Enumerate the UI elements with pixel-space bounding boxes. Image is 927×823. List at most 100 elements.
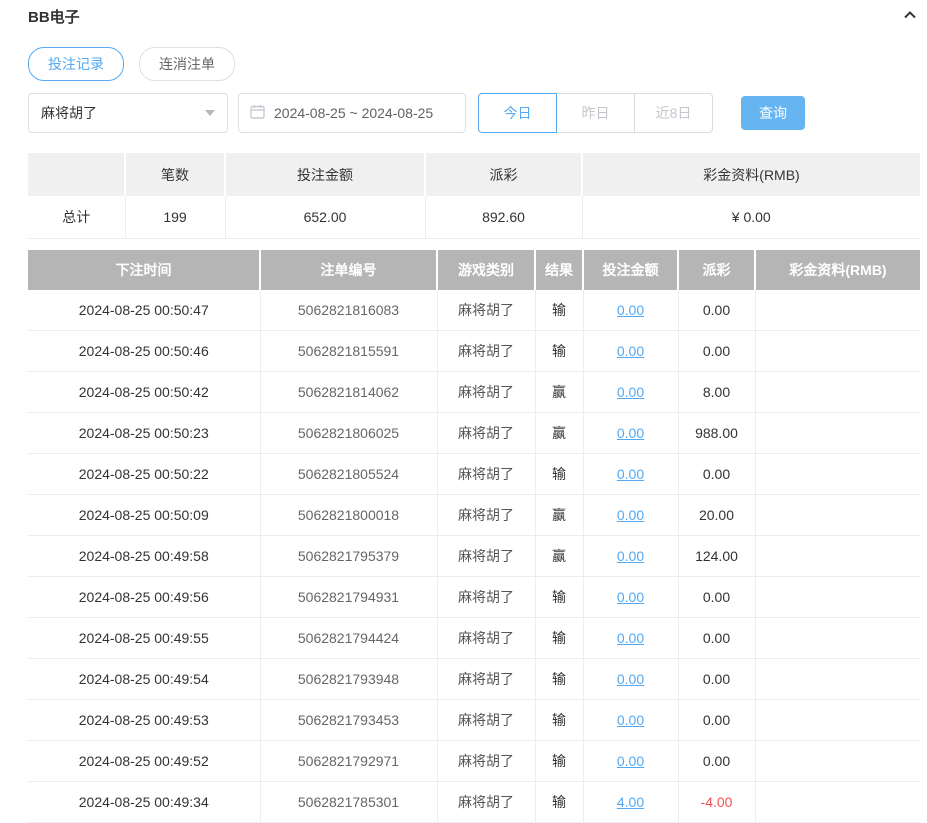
game-type-cell: 麻将胡了	[437, 741, 535, 782]
bet-amount-cell: 4.00	[583, 782, 678, 823]
payout-cell: 0.00	[678, 577, 755, 618]
bet-amount-link[interactable]: 0.00	[617, 302, 644, 318]
bet-time-cell: 2024-08-25 00:50:22	[28, 454, 260, 495]
game-type-cell: 麻将胡了	[437, 782, 535, 823]
game-type-cell: 麻将胡了	[437, 536, 535, 577]
bonus-cell	[755, 536, 920, 577]
bet-amount-link[interactable]: 0.00	[617, 671, 644, 687]
bet-time-cell: 2024-08-25 00:49:54	[28, 659, 260, 700]
order-number-cell: 5062821800018	[260, 495, 437, 536]
order-number-cell: 5062821795379	[260, 536, 437, 577]
game-select[interactable]: 麻将胡了	[28, 93, 228, 133]
summary-bet-amount-value: 652.00	[225, 196, 425, 239]
date-range-input[interactable]: 2024-08-25 ~ 2024-08-25	[238, 93, 466, 133]
query-button[interactable]: 查询	[741, 96, 805, 130]
bonus-cell	[755, 495, 920, 536]
detail-header-bet-time: 下注时间	[28, 250, 260, 290]
chevron-up-icon	[902, 7, 918, 26]
bonus-cell	[755, 454, 920, 495]
payout-cell: 0.00	[678, 290, 755, 331]
bet-amount-link[interactable]: 0.00	[617, 712, 644, 728]
game-select-value: 麻将胡了	[41, 103, 97, 123]
tab-cancelled-orders[interactable]: 连消注单	[139, 47, 235, 81]
bonus-cell	[755, 577, 920, 618]
collapse-panel-button[interactable]	[900, 6, 920, 26]
bet-amount-link[interactable]: 0.00	[617, 589, 644, 605]
payout-cell: 0.00	[678, 454, 755, 495]
bonus-cell	[755, 741, 920, 782]
game-type-cell: 麻将胡了	[437, 454, 535, 495]
calendar-icon	[250, 104, 265, 122]
summary-count-value: 199	[125, 196, 225, 239]
game-type-cell: 麻将胡了	[437, 700, 535, 741]
bonus-cell	[755, 659, 920, 700]
table-row: 2024-08-25 00:49:565062821794931麻将胡了输0.0…	[28, 577, 920, 618]
bet-amount-link[interactable]: 4.00	[617, 794, 644, 810]
result-cell: 输	[535, 618, 583, 659]
last-8-days-button[interactable]: 近8日	[634, 93, 713, 133]
game-type-cell: 麻将胡了	[437, 577, 535, 618]
bet-amount-cell: 0.00	[583, 331, 678, 372]
bet-amount-cell: 0.00	[583, 700, 678, 741]
tab-bet-records[interactable]: 投注记录	[28, 47, 124, 81]
bet-amount-link[interactable]: 0.00	[617, 384, 644, 400]
game-type-cell: 麻将胡了	[437, 413, 535, 454]
detail-table-body: 2024-08-25 00:50:475062821816083麻将胡了输0.0…	[28, 290, 920, 823]
table-row: 2024-08-25 00:50:225062821805524麻将胡了输0.0…	[28, 454, 920, 495]
detail-header-bet-amount: 投注金额	[583, 250, 678, 290]
bonus-cell	[755, 290, 920, 331]
bet-amount-link[interactable]: 0.00	[617, 343, 644, 359]
bet-time-cell: 2024-08-25 00:50:42	[28, 372, 260, 413]
bet-time-cell: 2024-08-25 00:49:55	[28, 618, 260, 659]
payout-cell: 8.00	[678, 372, 755, 413]
summary-header-bonus: 彩金资料(RMB)	[582, 153, 920, 196]
payout-cell: 0.00	[678, 659, 755, 700]
bonus-cell	[755, 331, 920, 372]
detail-header-game-type: 游戏类别	[437, 250, 535, 290]
detail-header-order-number: 注单编号	[260, 250, 437, 290]
game-type-cell: 麻将胡了	[437, 331, 535, 372]
bet-time-cell: 2024-08-25 00:50:46	[28, 331, 260, 372]
result-cell: 输	[535, 454, 583, 495]
result-cell: 赢	[535, 372, 583, 413]
order-number-cell: 5062821793453	[260, 700, 437, 741]
table-row: 2024-08-25 00:49:525062821792971麻将胡了输0.0…	[28, 741, 920, 782]
bet-amount-cell: 0.00	[583, 495, 678, 536]
summary-bonus-value: ¥ 0.00	[582, 196, 920, 239]
bet-amount-link[interactable]: 0.00	[617, 548, 644, 564]
tab-label: 投注记录	[48, 54, 104, 74]
bet-amount-link[interactable]: 0.00	[617, 425, 644, 441]
order-number-cell: 5062821794931	[260, 577, 437, 618]
table-row: 2024-08-25 00:49:535062821793453麻将胡了输0.0…	[28, 700, 920, 741]
bet-amount-cell: 0.00	[583, 577, 678, 618]
order-number-cell: 5062821792971	[260, 741, 437, 782]
bet-amount-cell: 0.00	[583, 618, 678, 659]
result-cell: 赢	[535, 495, 583, 536]
payout-cell: 0.00	[678, 741, 755, 782]
bonus-cell	[755, 700, 920, 741]
game-type-cell: 麻将胡了	[437, 372, 535, 413]
game-type-cell: 麻将胡了	[437, 659, 535, 700]
bet-time-cell: 2024-08-25 00:50:47	[28, 290, 260, 331]
result-cell: 输	[535, 782, 583, 823]
payout-cell: 124.00	[678, 536, 755, 577]
bet-amount-link[interactable]: 0.00	[617, 630, 644, 646]
summary-header-count: 笔数	[125, 153, 225, 196]
bet-amount-cell: 0.00	[583, 536, 678, 577]
bet-amount-link[interactable]: 0.00	[617, 753, 644, 769]
bonus-cell	[755, 618, 920, 659]
bet-amount-link[interactable]: 0.00	[617, 507, 644, 523]
result-cell: 输	[535, 290, 583, 331]
payout-cell: 988.00	[678, 413, 755, 454]
bet-time-cell: 2024-08-25 00:50:23	[28, 413, 260, 454]
bet-amount-link[interactable]: 0.00	[617, 466, 644, 482]
bet-amount-cell: 0.00	[583, 741, 678, 782]
today-button[interactable]: 今日	[478, 93, 557, 133]
bet-amount-cell: 0.00	[583, 413, 678, 454]
bet-time-cell: 2024-08-25 00:49:56	[28, 577, 260, 618]
order-number-cell: 5062821806025	[260, 413, 437, 454]
table-row: 2024-08-25 00:50:465062821815591麻将胡了输0.0…	[28, 331, 920, 372]
bonus-cell	[755, 372, 920, 413]
panel-header: BB电子	[28, 4, 920, 28]
yesterday-button[interactable]: 昨日	[556, 93, 635, 133]
